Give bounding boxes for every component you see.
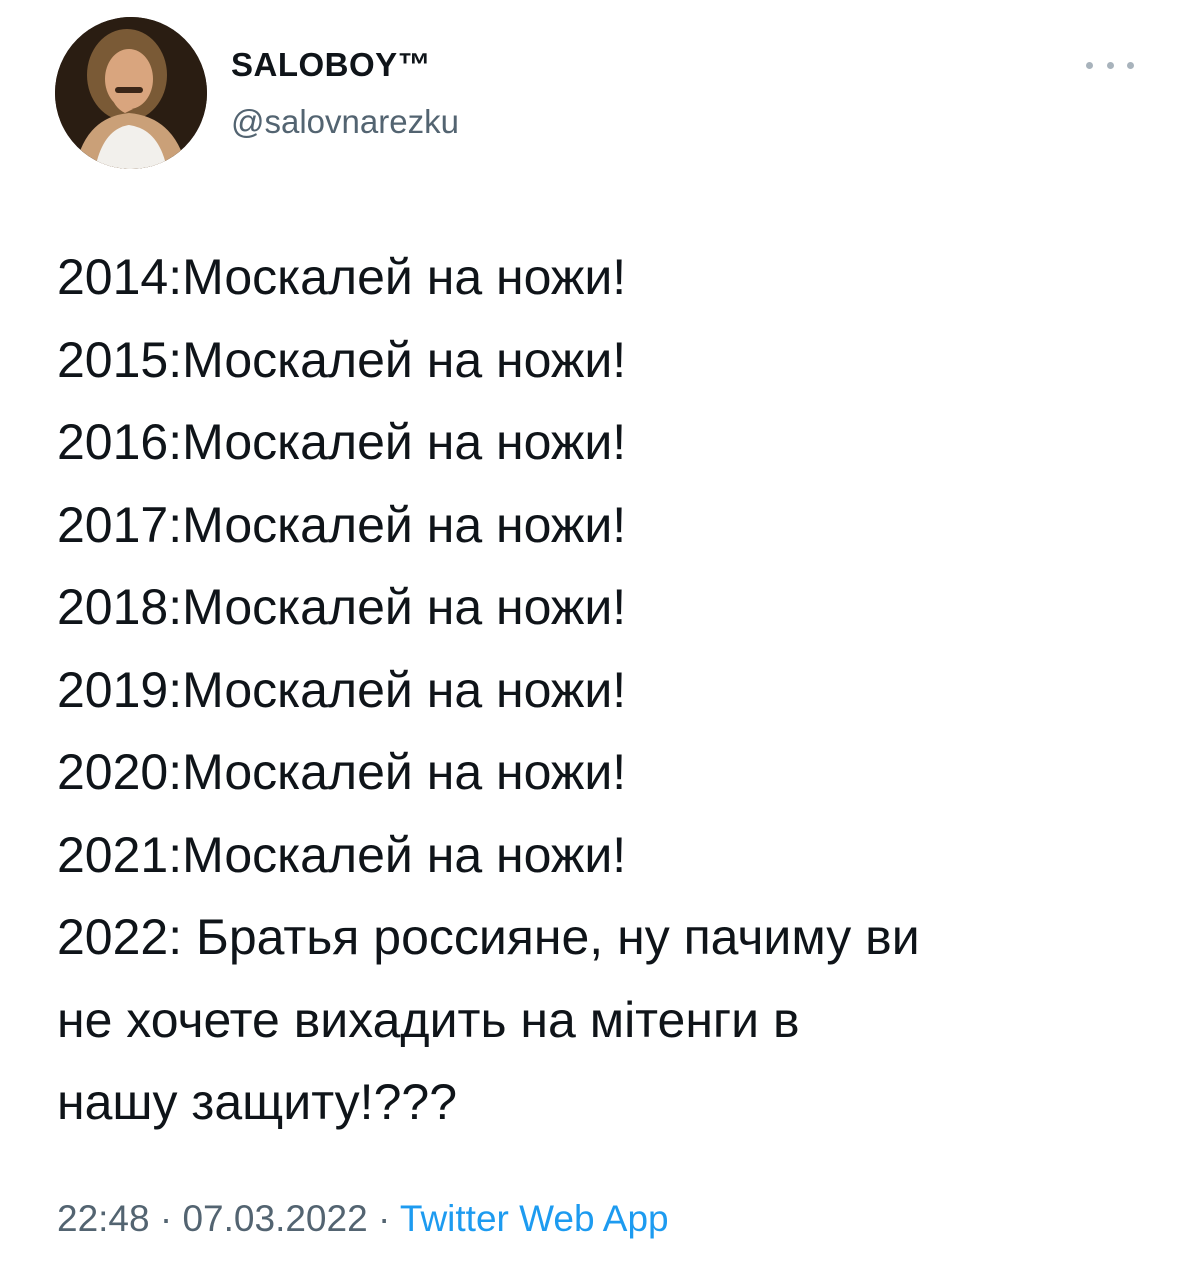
tweet-line: 2019:Москалей на ножи!: [57, 661, 627, 718]
tweet-line: 2014:Москалей на ножи!: [57, 249, 627, 305]
tweet-time[interactable]: 22:48: [57, 1198, 150, 1239]
tweet-source-link[interactable]: Twitter Web App: [400, 1198, 669, 1239]
tweet-line: не хочете вихадить на мітенги в: [57, 991, 800, 1048]
tweet-text: 2014:Москалей на ножи! 2015:Москалей на …: [57, 236, 1147, 1144]
tweet-line: 2018:Москалей на ножи!: [57, 579, 627, 635]
meta-separator: ·: [149, 1198, 183, 1239]
more-horizontal-icon: [1086, 61, 1093, 69]
more-horizontal-icon-dot: [1127, 61, 1134, 69]
tweet-line: 2021:Москалей на ножи!: [57, 826, 627, 883]
tweet-line: 2017:Москалей на ножи!: [57, 496, 627, 553]
tweet-line: 2016:Москалей на ножи!: [57, 414, 627, 470]
more-horizontal-icon-dot: [1106, 61, 1114, 69]
tweet-line: 2020:Москалей на ножи!: [57, 744, 627, 800]
tweet-meta: 22:48 · 07.03.2022 · Twitter Web App: [57, 1198, 669, 1240]
avatar[interactable]: [55, 17, 207, 169]
tweet-line: 2022: Братья россияне, ну пачиму ви: [57, 909, 920, 965]
meta-separator: ·: [367, 1198, 400, 1239]
user-avatar-photo: [55, 17, 207, 169]
tweet-line: нашу защиту!???: [57, 1074, 457, 1130]
tweet-date[interactable]: 07.03.2022: [182, 1198, 367, 1239]
more-options-button[interactable]: [1086, 50, 1134, 80]
tweet-line: 2015:Москалей на ножи!: [57, 331, 627, 388]
author-username[interactable]: @salovnarezku: [231, 103, 459, 141]
author-display-name[interactable]: SALOBOY™: [231, 46, 431, 84]
